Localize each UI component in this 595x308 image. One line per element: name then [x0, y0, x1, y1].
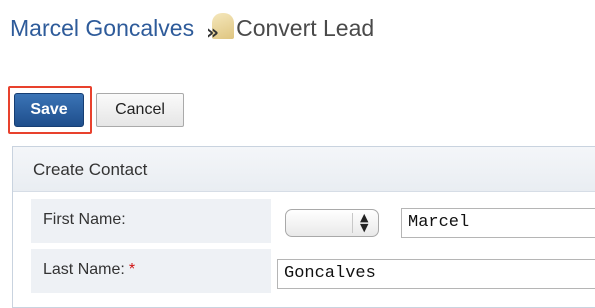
cancel-button[interactable]: Cancel — [96, 93, 184, 127]
first-name-input[interactable]: Marcel — [401, 208, 595, 238]
select-arrows-icon: ▲ ▼ — [360, 211, 369, 234]
last-name-label-wrap: Last Name: * — [43, 261, 135, 279]
last-name-row: Last Name: * Goncalves — [31, 249, 595, 295]
record-name-link[interactable]: Marcel Goncalves — [10, 15, 194, 42]
last-name-input[interactable]: Goncalves — [277, 259, 595, 289]
create-contact-panel: Create Contact First Name: ▲ ▼ Marcel Las… — [12, 146, 595, 308]
breadcrumb-separator-icon: » — [204, 13, 235, 44]
breadcrumb-separator: » — [206, 20, 219, 44]
first-name-label: First Name: — [43, 211, 126, 228]
panel-header: Create Contact — [13, 147, 595, 192]
first-name-label-cell: First Name: — [31, 199, 271, 243]
save-button[interactable]: Save — [14, 93, 84, 127]
required-marker: * — [128, 261, 136, 278]
page-title: Convert Lead — [236, 14, 375, 41]
salutation-select[interactable]: ▲ ▼ — [285, 209, 379, 237]
first-name-row: First Name: ▲ ▼ Marcel — [31, 199, 595, 245]
select-divider — [352, 213, 353, 233]
breadcrumb: Marcel Goncalves » Convert Lead — [10, 10, 374, 46]
panel-title: Create Contact — [33, 160, 148, 179]
last-name-label: Last Name: — [43, 261, 125, 278]
last-name-label-cell: Last Name: * — [31, 249, 271, 293]
